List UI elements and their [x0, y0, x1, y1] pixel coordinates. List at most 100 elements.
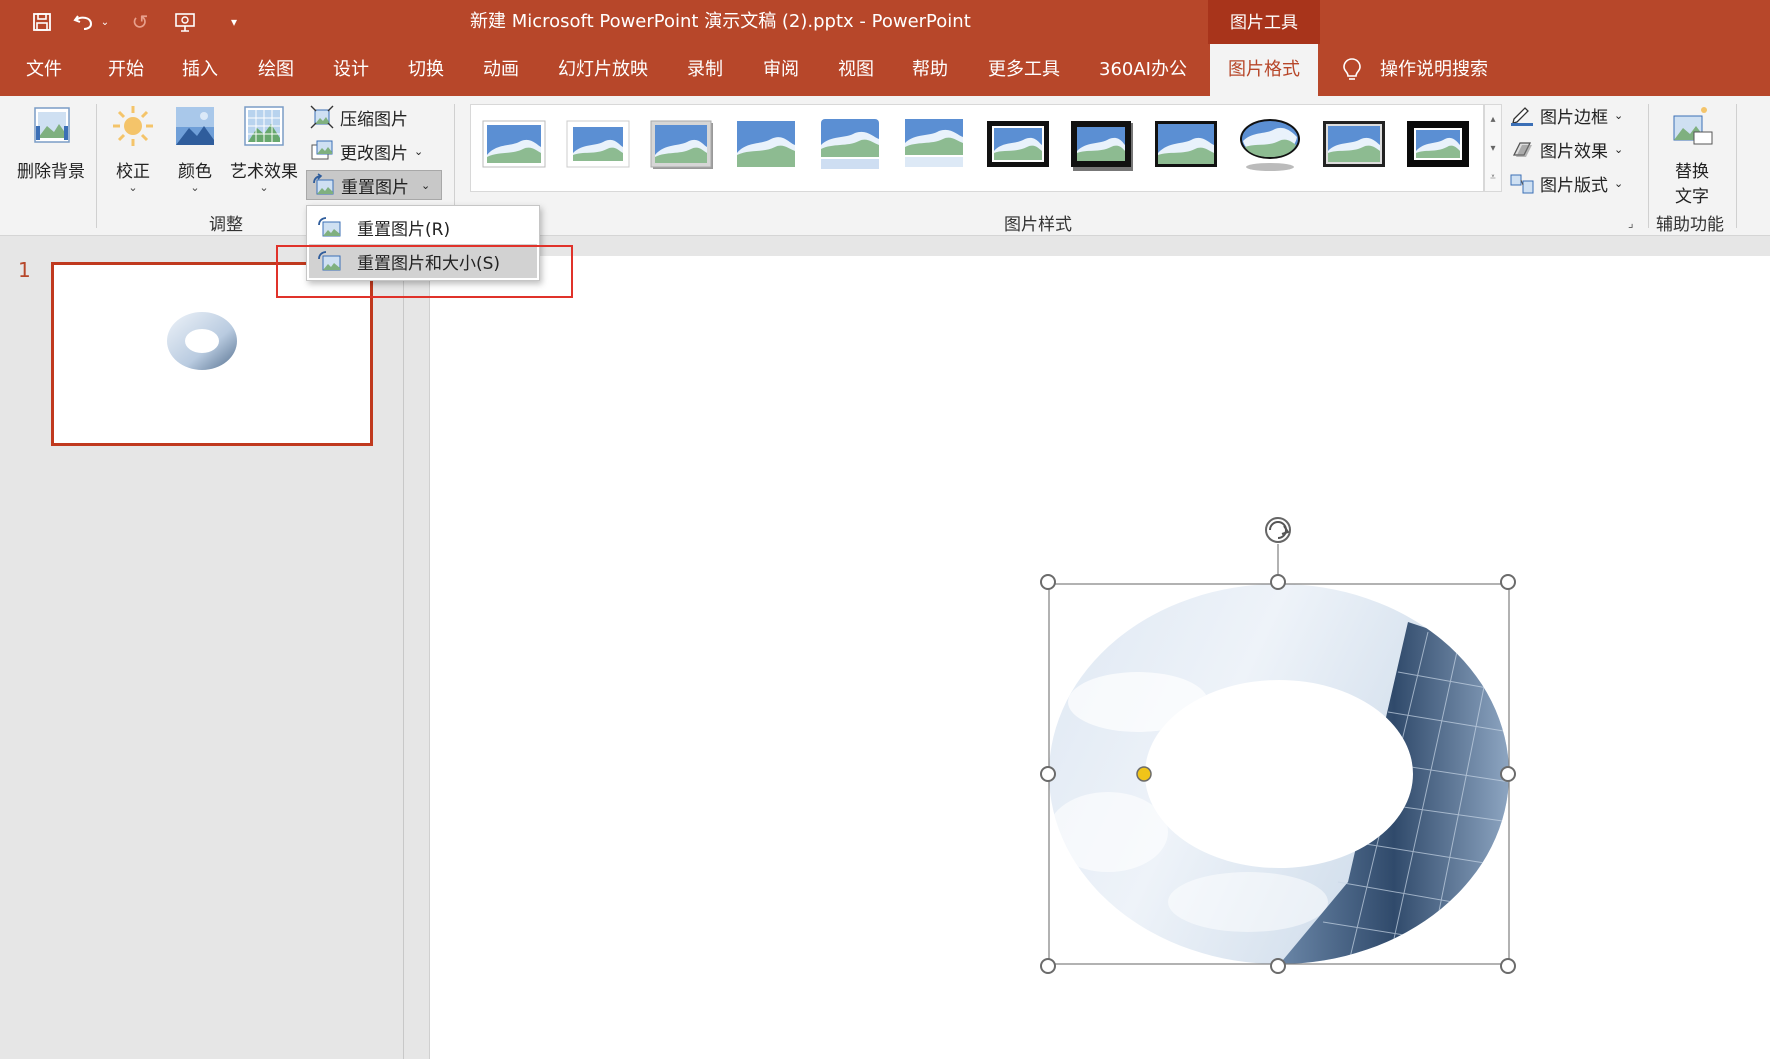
gallery-scroll: ▴ ▾ ⩡	[1484, 104, 1502, 192]
resize-handle-bottom[interactable]	[1270, 958, 1286, 974]
menu-item-reset-picture[interactable]: 重置图片(R)	[309, 210, 537, 244]
shape-adjust-handle[interactable]	[1136, 766, 1152, 782]
corrections-button[interactable]: 校正 ⌄	[108, 104, 158, 194]
undo-dropdown-icon[interactable]: ⌄	[98, 8, 112, 36]
style-black-frame[interactable]	[985, 115, 1051, 173]
picture-tools-context-label: 图片工具	[1208, 0, 1320, 49]
tab-help[interactable]: 帮助	[912, 44, 948, 96]
alt-text-label-1: 替换	[1675, 162, 1709, 182]
alt-text-label-2: 文字	[1675, 187, 1709, 207]
reset-picture-button[interactable]: 重置图片 ⌄	[306, 170, 442, 200]
slide-number: 1	[18, 258, 31, 282]
gallery-more-icon[interactable]: ⩡	[1485, 163, 1501, 192]
adjust-group-label: 调整	[209, 215, 243, 235]
chevron-down-icon: ⌄	[128, 181, 138, 194]
picture-border-label: 图片边框	[1540, 107, 1608, 128]
selection-handles	[1040, 517, 1516, 974]
picture-styles-gallery	[470, 104, 1484, 192]
style-thick-frame[interactable]	[1405, 115, 1471, 173]
style-simple-frame-white[interactable]	[481, 115, 547, 173]
accessibility-group-label: 辅助功能	[1656, 215, 1724, 235]
picture-layout-button[interactable]: 图片版式 ⌄	[1510, 168, 1629, 198]
tell-me-label: 操作说明搜索	[1380, 59, 1488, 80]
tab-360ai[interactable]: 360AI办公	[1099, 44, 1187, 96]
chevron-down-icon: ⌄	[414, 144, 424, 158]
reset-picture-label: 重置图片	[341, 177, 409, 198]
change-picture-label: 更改图片	[340, 143, 408, 164]
style-oval-reflected[interactable]	[1237, 115, 1303, 173]
chevron-down-icon: ⌄	[1614, 108, 1624, 122]
highlight-annotation-box	[276, 245, 573, 298]
chevron-down-icon: ⌄	[259, 181, 269, 194]
artistic-effects-label: 艺术效果	[230, 162, 298, 182]
resize-handle-top[interactable]	[1270, 574, 1286, 590]
tab-draw[interactable]: 绘图	[258, 44, 294, 96]
rotate-handle-icon[interactable]	[1265, 517, 1291, 582]
compress-pictures-label: 压缩图片	[340, 109, 408, 130]
style-soft-edge[interactable]	[565, 115, 631, 173]
separator	[1736, 104, 1737, 228]
style-rounded-diagonal[interactable]	[733, 115, 799, 173]
picture-border-button[interactable]: 图片边框 ⌄	[1510, 100, 1629, 130]
menu-item-label: 重置图片(R)	[357, 219, 451, 240]
color-label: 颜色	[178, 162, 212, 182]
corrections-label: 校正	[116, 162, 150, 182]
tab-more-tools[interactable]: 更多工具	[988, 44, 1060, 96]
tab-design[interactable]: 设计	[333, 44, 369, 96]
change-picture-icon	[311, 140, 333, 160]
separator	[1648, 104, 1649, 228]
resize-handle-bottom-left[interactable]	[1040, 958, 1056, 974]
artistic-effects-button[interactable]: 艺术效果 ⌄	[226, 104, 302, 194]
alt-text-icon	[1673, 107, 1713, 145]
picture-layout-label: 图片版式	[1540, 175, 1608, 196]
resize-handle-top-left[interactable]	[1040, 574, 1056, 590]
compress-pictures-button[interactable]: 压缩图片	[310, 102, 414, 132]
change-picture-button[interactable]: 更改图片 ⌄	[310, 136, 429, 166]
tab-transitions[interactable]: 切换	[408, 44, 444, 96]
resize-handle-top-right[interactable]	[1500, 574, 1516, 590]
tab-insert[interactable]: 插入	[182, 44, 218, 96]
style-shadow-rectangle[interactable]	[649, 115, 715, 173]
resize-handle-right[interactable]	[1500, 766, 1516, 782]
picture-effects-label: 图片效果	[1540, 141, 1608, 162]
style-reflected-rounded[interactable]	[817, 115, 883, 173]
alt-text-button[interactable]: 替换 文字	[1664, 104, 1720, 207]
tab-review[interactable]: 审阅	[763, 44, 799, 96]
present-icon[interactable]	[172, 8, 200, 36]
remove-background-label: 删除背景	[17, 162, 85, 182]
tab-slideshow[interactable]: 幻灯片放映	[558, 44, 648, 96]
tab-view[interactable]: 视图	[838, 44, 874, 96]
tell-me-search[interactable]: 操作说明搜索	[1342, 44, 1488, 96]
resize-handle-bottom-right[interactable]	[1500, 958, 1516, 974]
redo-icon[interactable]: ↺	[126, 8, 154, 36]
gallery-scroll-up-icon[interactable]: ▴	[1485, 105, 1501, 134]
tab-animations[interactable]: 动画	[483, 44, 519, 96]
remove-background-icon	[34, 107, 70, 143]
picture-effects-button[interactable]: 图片效果 ⌄	[1510, 134, 1629, 164]
layout-icon	[1510, 174, 1534, 194]
save-icon[interactable]	[28, 8, 56, 36]
dialog-launcher-icon[interactable]: ⌟	[1628, 216, 1634, 230]
chevron-down-icon: ⌄	[190, 181, 200, 194]
remove-background-button[interactable]: 删除背景	[12, 104, 90, 182]
thumbnail-pane-splitter[interactable]	[404, 238, 430, 1059]
tab-picture-format[interactable]: 图片格式	[1210, 44, 1318, 96]
window-title: 新建 Microsoft PowerPoint 演示文稿 (2).pptx - …	[470, 11, 971, 32]
style-double-frame[interactable]	[1321, 115, 1387, 173]
effects-icon	[1512, 142, 1532, 157]
style-reflected-soft[interactable]	[901, 115, 967, 173]
ribbon: 删除背景 校正 ⌄ 颜色 ⌄ 艺术效果 ⌄ 压缩图片 更改图片 ⌄ 重置图片 ⌄…	[0, 96, 1770, 236]
tab-file[interactable]: 文件	[26, 44, 62, 96]
color-button[interactable]: 颜色 ⌄	[170, 104, 220, 194]
tab-record[interactable]: 录制	[687, 44, 723, 96]
reset-picture-icon	[313, 173, 334, 195]
style-metal-frame[interactable]	[1153, 115, 1219, 173]
style-thick-black-shadow[interactable]	[1069, 115, 1135, 173]
separator	[96, 104, 97, 228]
resize-handle-left[interactable]	[1040, 766, 1056, 782]
tab-home[interactable]: 开始	[108, 44, 144, 96]
gallery-scroll-down-icon[interactable]: ▾	[1485, 134, 1501, 163]
lightbulb-icon	[1343, 58, 1361, 80]
customize-icon[interactable]: ▾	[220, 8, 248, 36]
undo-icon[interactable]	[70, 8, 98, 36]
